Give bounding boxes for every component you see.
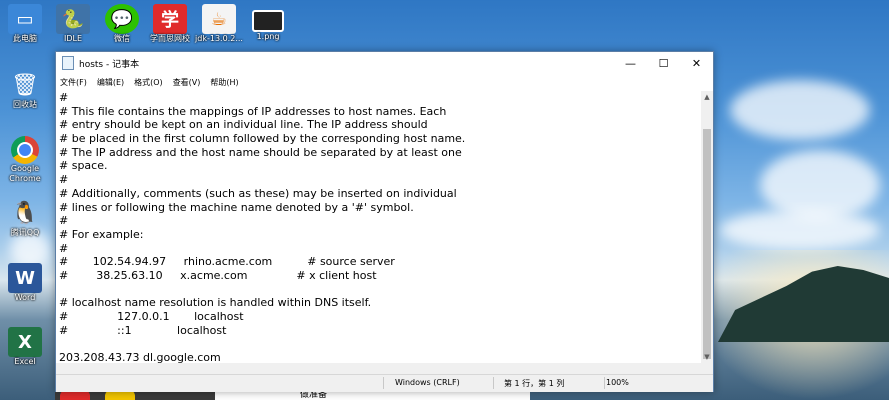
- desktop-icon-label: Excel: [14, 357, 36, 366]
- scroll-up-arrow-icon[interactable]: ▲: [701, 91, 713, 103]
- text-line: # lines or following the machine name de…: [59, 200, 414, 214]
- wallpaper-cloud: [760, 150, 880, 220]
- status-position: 第 1 行，第 1 列: [504, 379, 565, 388]
- text-line: # localhost name resolution is handled w…: [59, 296, 372, 310]
- text-line: # be placed in the first column followed…: [59, 132, 466, 146]
- desktop-icon-label: 微信: [114, 34, 130, 43]
- desktop-icon-label: 学而思网校: [150, 34, 190, 43]
- text-line: #: [59, 214, 69, 228]
- vertical-scrollbar[interactable]: ▲ ▼: [701, 91, 713, 375]
- menu-bar: 文件(F) 编辑(E) 格式(O) 查看(V) 帮助(H): [56, 74, 713, 91]
- maximize-button[interactable]: ☐: [647, 52, 680, 74]
- scroll-down-arrow-icon[interactable]: ▼: [701, 351, 713, 363]
- text-editor[interactable]: # # This file contains the mappings of I…: [56, 91, 701, 375]
- menu-help[interactable]: 帮助(H): [210, 77, 238, 88]
- title-bar[interactable]: hosts - 记事本 — ☐ ✕: [56, 52, 713, 74]
- desktop-icon-label: Word: [14, 293, 36, 302]
- wallpaper-cloud: [730, 80, 870, 140]
- image-file-icon: [252, 10, 284, 32]
- text-line: #: [59, 173, 69, 187]
- text-line: [56, 337, 701, 351]
- desktop-icon-label: 腾讯QQ: [10, 228, 40, 237]
- status-zoom: 100%: [606, 378, 629, 387]
- desktop-icon-idle[interactable]: 🐍 IDLE: [48, 4, 98, 44]
- menu-view[interactable]: 查看(V): [173, 77, 201, 88]
- scrollbar-thumb[interactable]: [703, 129, 711, 359]
- text-line: # 38.25.63.10 x.acme.com # x client host: [59, 268, 377, 282]
- desktop-icon-label: 1.png: [256, 32, 280, 41]
- text-line: # ::1 localhost: [59, 323, 227, 337]
- desktop-icon-chrome[interactable]: Google Chrome: [0, 136, 50, 184]
- java-icon: ☕: [202, 4, 236, 34]
- desktop-icon-jdk[interactable]: ☕ jdk-13.0.2...: [194, 4, 244, 44]
- close-button[interactable]: ✕: [680, 52, 713, 74]
- text-line: # 127.0.0.1 localhost: [59, 310, 244, 323]
- desktop-icon-excel[interactable]: X Excel: [0, 327, 50, 367]
- text-line: # The IP address and the host name shoul…: [59, 145, 462, 159]
- desktop-icon-label: jdk-13.0.2...: [195, 34, 243, 43]
- window-title: hosts - 记事本: [79, 59, 140, 70]
- minimize-button[interactable]: —: [614, 52, 647, 74]
- desktop-icon-label: Google Chrome: [9, 164, 41, 183]
- desktop-icon-label: IDLE: [63, 34, 83, 43]
- menu-format[interactable]: 格式(O): [134, 77, 163, 88]
- excel-icon: X: [8, 327, 42, 357]
- status-separator: [493, 377, 494, 389]
- text-line: # Additionally, comments (such as these)…: [59, 186, 457, 200]
- recycle-bin-icon: 🗑: [11, 72, 39, 98]
- desktop-icon-recycle-bin[interactable]: 🗑 回收站: [0, 70, 50, 110]
- text-line: # entry should be kept on an individual …: [59, 118, 428, 132]
- text-line: #: [59, 91, 69, 104]
- status-separator: [383, 377, 384, 389]
- python-icon: 🐍: [56, 4, 90, 34]
- desktop-icon-1png[interactable]: 1.png: [243, 4, 293, 42]
- qq-icon: 🐧: [11, 200, 39, 226]
- status-separator: [604, 377, 605, 389]
- chrome-icon: [11, 136, 39, 164]
- desktop-icon-this-pc[interactable]: ▭ 此电脑: [0, 4, 50, 44]
- word-icon: W: [8, 263, 42, 293]
- status-bar: Windows (CRLF) 第 1 行，第 1 列 100%: [56, 374, 713, 392]
- text-line: # For example:: [59, 227, 144, 241]
- text-line: #: [59, 241, 69, 255]
- wechat-icon: 💬: [105, 4, 139, 34]
- text-line: [56, 283, 701, 297]
- xueersi-icon: 学: [153, 4, 187, 34]
- desktop-icon-label: 此电脑: [13, 34, 37, 43]
- desktop-icon-word[interactable]: W Word: [0, 263, 50, 303]
- text-line: # space.: [59, 159, 108, 173]
- desktop-icon-xueersi[interactable]: 学 学而思网校: [145, 4, 195, 44]
- menu-file[interactable]: 文件(F): [60, 77, 87, 88]
- status-encoding: Windows (CRLF): [395, 378, 460, 387]
- wallpaper-cloud: [720, 210, 880, 250]
- desktop-icon-label: 回收站: [13, 100, 37, 109]
- computer-icon: ▭: [8, 4, 42, 34]
- desktop-icon-wechat[interactable]: 💬 微信: [97, 4, 147, 44]
- notepad-icon: [62, 56, 74, 70]
- text-line: # This file contains the mappings of IP …: [59, 104, 447, 118]
- desktop-icon-qq[interactable]: 🐧 腾讯QQ: [0, 198, 50, 238]
- notepad-window[interactable]: hosts - 记事本 — ☐ ✕ 文件(F) 编辑(E) 格式(O) 查看(V…: [55, 51, 714, 392]
- menu-edit[interactable]: 编辑(E): [97, 77, 124, 88]
- text-line: # 102.54.94.97 rhino.acme.com # source s…: [59, 255, 395, 269]
